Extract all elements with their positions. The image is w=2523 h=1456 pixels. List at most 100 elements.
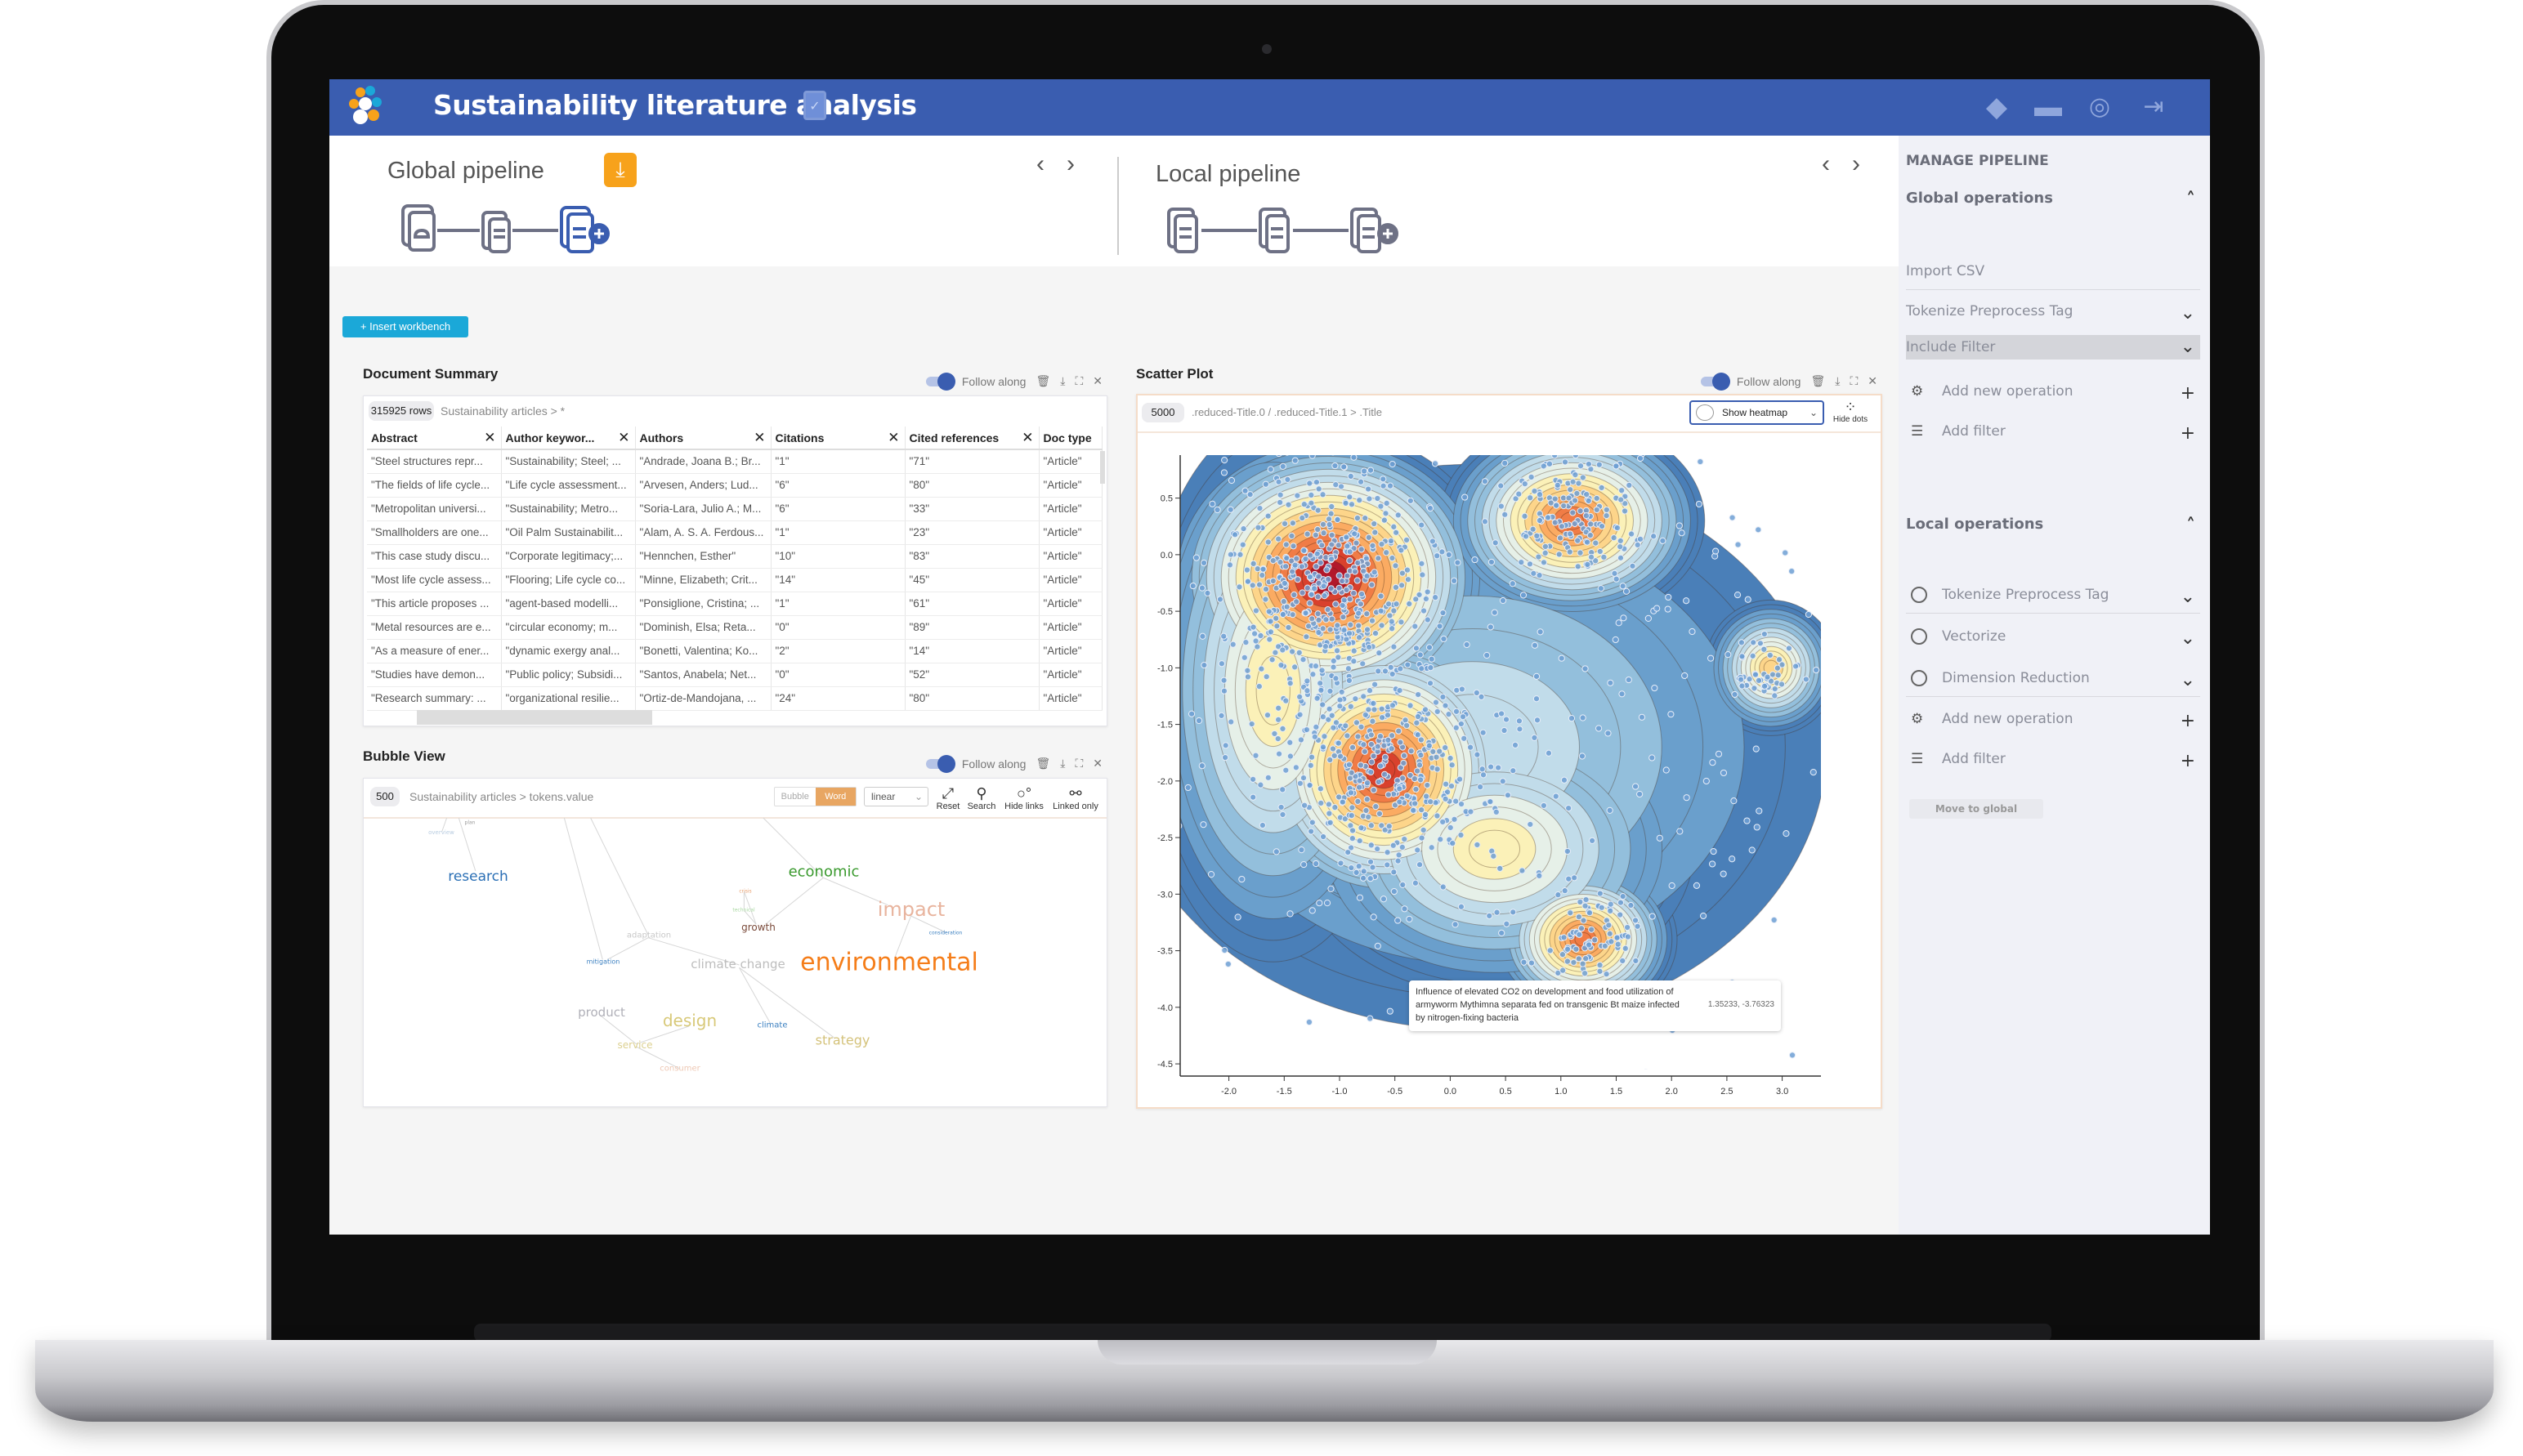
folder-icon[interactable]: ▬ <box>2032 91 2064 123</box>
scatter-point[interactable] <box>1250 630 1259 637</box>
scatter-point[interactable] <box>1390 869 1398 876</box>
global-add-filter[interactable]: ☰ Add filter + <box>1906 423 2200 444</box>
scatter-point[interactable] <box>1291 561 1299 569</box>
scatter-point[interactable] <box>1380 482 1387 489</box>
scatter-point[interactable] <box>1497 482 1505 489</box>
scatter-point[interactable] <box>1220 632 1228 640</box>
scatter-point[interactable] <box>1229 641 1237 648</box>
scatter-point[interactable] <box>1389 460 1396 468</box>
scatter-point[interactable] <box>1264 512 1272 520</box>
scatter-point[interactable] <box>1374 494 1381 502</box>
scatter-point[interactable] <box>1313 695 1321 702</box>
scatter-point[interactable] <box>1347 789 1355 797</box>
scatter-point[interactable] <box>1390 523 1398 530</box>
scatter-point[interactable] <box>1498 929 1505 936</box>
scatter-point[interactable] <box>1304 677 1311 685</box>
scatter-point[interactable] <box>1344 848 1352 856</box>
scatter-point[interactable] <box>1346 548 1353 556</box>
scatter-point[interactable] <box>1312 663 1320 670</box>
scatter-point[interactable] <box>1474 751 1481 758</box>
scatter-point[interactable] <box>1396 686 1403 695</box>
scatter-point[interactable] <box>1536 572 1543 579</box>
scatter-point[interactable] <box>1432 699 1440 706</box>
scatter-point[interactable] <box>1366 687 1374 695</box>
scatter-point[interactable] <box>1788 1052 1796 1059</box>
scatter-point[interactable] <box>1269 556 1277 565</box>
scatter-point[interactable] <box>1418 806 1425 814</box>
scatter-point[interactable] <box>1442 744 1449 752</box>
scatter-point[interactable] <box>1440 635 1447 643</box>
scatter-point[interactable] <box>1274 735 1282 743</box>
scatter-point[interactable] <box>1403 721 1411 730</box>
scatter-point[interactable] <box>1788 568 1796 575</box>
scatter-point[interactable] <box>1429 748 1437 756</box>
scatter-point[interactable] <box>1371 520 1378 528</box>
scatter-point[interactable] <box>1296 693 1304 701</box>
scatter-point[interactable] <box>1286 680 1294 687</box>
scatter-point[interactable] <box>1304 584 1311 592</box>
scatter-point[interactable] <box>1734 541 1742 548</box>
scatter-point[interactable] <box>1406 600 1413 608</box>
scatter-point[interactable] <box>1258 665 1265 672</box>
scatter-point[interactable] <box>1309 671 1317 678</box>
scatter-point[interactable] <box>1478 766 1486 773</box>
scatter-point[interactable] <box>1314 525 1322 534</box>
scatter-point[interactable] <box>1596 547 1604 556</box>
word-node[interactable]: economic <box>789 864 860 881</box>
scatter-point[interactable] <box>1317 680 1324 687</box>
scatter-point[interactable] <box>1189 582 1197 590</box>
scatter-point[interactable] <box>1371 529 1379 536</box>
scatter-point[interactable] <box>1289 568 1296 575</box>
scatter-point[interactable] <box>1285 623 1292 632</box>
scatter-point[interactable] <box>1417 736 1425 744</box>
scatter-point[interactable] <box>1326 810 1333 817</box>
scatter-point[interactable] <box>1198 762 1206 770</box>
scatter-point[interactable] <box>1583 538 1591 546</box>
plus-icon[interactable]: + <box>2181 711 2195 731</box>
scatter-point[interactable] <box>1569 509 1577 516</box>
breadcrumb[interactable]: Sustainability articles > * <box>441 404 565 418</box>
scatter-point[interactable] <box>1371 569 1378 576</box>
scatter-point[interactable] <box>1835 875 1841 881</box>
scatter-point[interactable] <box>1335 739 1342 747</box>
scatter-point[interactable] <box>1481 518 1489 525</box>
scatter-point[interactable] <box>1531 641 1539 649</box>
scatter-point[interactable] <box>1533 717 1541 724</box>
scatter-point[interactable] <box>1729 855 1736 863</box>
scatter-point[interactable] <box>1167 425 1173 431</box>
scatter-point[interactable] <box>1750 639 1757 646</box>
scatter-point[interactable] <box>1463 641 1470 649</box>
scatter-point[interactable] <box>1322 643 1329 650</box>
scatter-point[interactable] <box>1461 494 1469 501</box>
scatter-point[interactable] <box>1402 717 1409 724</box>
scatter-point[interactable] <box>1368 581 1376 588</box>
scatter-point[interactable] <box>1334 516 1341 524</box>
scatter-point[interactable] <box>1362 515 1369 522</box>
scatter-point[interactable] <box>1289 520 1296 527</box>
scatter-point[interactable] <box>1308 591 1315 598</box>
op-import-csv[interactable]: Import CSV <box>1906 263 2200 290</box>
scatter-point[interactable] <box>1498 710 1505 717</box>
scatter-point[interactable] <box>1783 830 1790 837</box>
scatter-point[interactable] <box>1626 481 1633 489</box>
scatter-point[interactable] <box>1296 711 1304 718</box>
download-icon[interactable]: ⤓ <box>1060 757 1065 770</box>
scatter-point[interactable] <box>1756 807 1763 815</box>
expand-icon[interactable]: ⛶ <box>1075 374 1083 388</box>
scatter-point[interactable] <box>1369 864 1376 871</box>
scatter-point[interactable] <box>1366 495 1373 502</box>
scatter-point[interactable] <box>1420 607 1428 614</box>
scatter-point[interactable] <box>1300 547 1308 554</box>
scatter-point[interactable] <box>1395 851 1402 859</box>
scatter-point[interactable] <box>1340 627 1348 634</box>
scatter-point[interactable] <box>1222 742 1229 749</box>
scatter-point[interactable] <box>1367 731 1375 739</box>
scatter-point[interactable] <box>1774 672 1782 679</box>
scatter-point[interactable] <box>1427 798 1434 806</box>
scatter-point[interactable] <box>1253 430 1259 435</box>
scatter-point[interactable] <box>1330 663 1337 671</box>
scatter-point[interactable] <box>1378 622 1385 629</box>
scatter-point[interactable] <box>1374 743 1381 750</box>
scatter-point[interactable] <box>1319 701 1326 708</box>
remove-column-icon[interactable]: ✕ <box>484 430 495 446</box>
